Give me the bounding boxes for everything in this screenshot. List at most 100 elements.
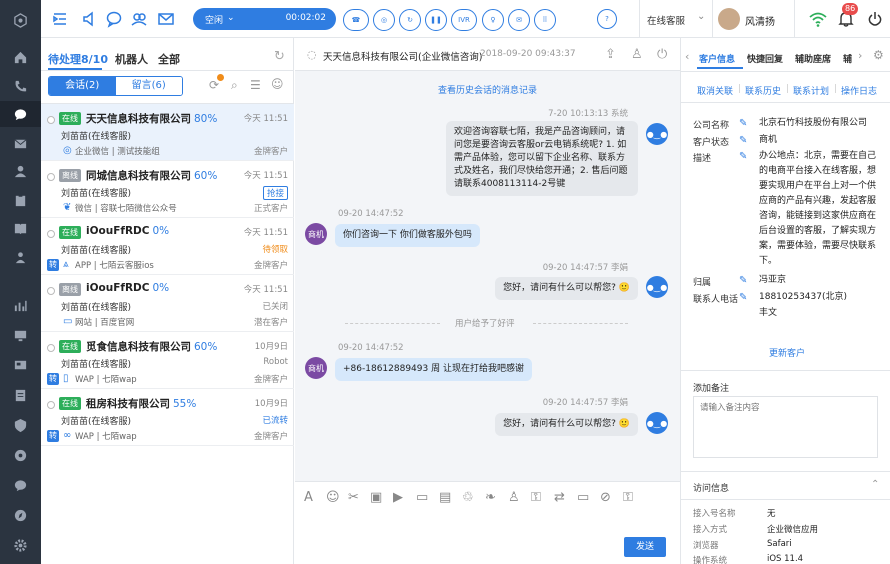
conversation-row[interactable]: 在线 租房科技有限公司 55% 10月9日 刘苗苗(在线客服) 已流转 转 ∞ W…	[41, 389, 294, 446]
monitor-icon[interactable]	[0, 322, 41, 348]
comment-icon[interactable]: ☺	[271, 77, 284, 91]
call-status[interactable]: 空闲	[205, 13, 223, 26]
screen-share-icon[interactable]: ▭	[577, 490, 591, 505]
contact-plan-link[interactable]: 联系计划	[793, 84, 829, 97]
transfer-agent-icon[interactable]: ⇄	[554, 490, 568, 505]
edit-pencil-icon[interactable]: ✎	[739, 292, 749, 303]
share-icon[interactable]: ⇪	[605, 47, 616, 62]
agent-status-chevron-icon[interactable]: ⌄	[697, 11, 705, 22]
row-select-radio[interactable]	[47, 287, 55, 295]
volume-icon[interactable]	[81, 10, 99, 28]
message-editor[interactable]: A ☺ ✂ ▣ ▶ ▭ ▤ ♲ ❧ ♙ ⚿ ⇄ ▭ ⊘ ⚿ 发送	[295, 481, 680, 564]
emoji-icon[interactable]: ☺	[326, 490, 340, 505]
conversation-row[interactable]: 在线 觅食信息科技有限公司 60% 10月9日 刘苗苗(在线客服) Robot 转…	[41, 332, 294, 389]
compass-icon[interactable]	[0, 502, 41, 528]
tab-sessions[interactable]: 会话(2)	[49, 77, 116, 95]
more-customer-link[interactable]: 更新客户	[769, 346, 805, 359]
lock-icon[interactable]: ⚿	[531, 490, 545, 505]
grab-button[interactable]: 抢接	[262, 186, 288, 200]
operation-log-link[interactable]: 操作日志	[841, 84, 877, 97]
envelope-icon[interactable]	[157, 10, 175, 28]
lock-close-icon[interactable]: ⚿	[623, 490, 637, 505]
tab-messages[interactable]: 留言(6)	[115, 77, 182, 95]
chat-bubble-icon[interactable]	[105, 10, 123, 28]
home-icon[interactable]	[0, 44, 41, 70]
message-bubble-icon[interactable]: ✉	[508, 9, 530, 31]
row-select-radio[interactable]	[47, 344, 55, 352]
chevron-left-icon[interactable]: ‹	[685, 50, 689, 63]
keypad-icon[interactable]: ⠿	[534, 9, 556, 31]
pause-icon[interactable]: ❚❚	[425, 9, 447, 31]
edit-pencil-icon[interactable]: ✎	[739, 118, 749, 129]
block-icon[interactable]: ⊘	[600, 490, 614, 505]
tab-customer-info[interactable]: 客户信息	[699, 52, 735, 65]
conversation-row[interactable]: 离线 iOouFfRDC 0% 今天 11:51 刘苗苗(在线客服) 已关闭 ▭ …	[41, 275, 294, 332]
settings-icon[interactable]	[0, 532, 41, 558]
user-icon[interactable]	[0, 158, 41, 184]
robot-icon[interactable]: ♲	[462, 490, 476, 505]
shield-icon[interactable]	[0, 412, 41, 438]
edit-pencil-icon[interactable]: ✎	[739, 275, 749, 286]
call-status-bar[interactable]: 空闲 ⌄ 00:02:02	[193, 8, 336, 30]
avatar[interactable]	[718, 8, 740, 30]
book-icon[interactable]	[0, 215, 41, 241]
history-link[interactable]: 查看历史会话的消息记录	[438, 83, 537, 96]
row-select-radio[interactable]	[47, 401, 55, 409]
tab-more[interactable]: 辅	[843, 52, 852, 65]
unlink-button[interactable]: 取消关联	[697, 84, 733, 97]
chat-icon[interactable]	[0, 101, 41, 127]
scissors-icon[interactable]: ✂	[348, 490, 362, 505]
refresh-icon[interactable]: ↻	[274, 49, 285, 64]
row-select-radio[interactable]	[47, 230, 55, 238]
leaf-icon[interactable]: ❧	[485, 490, 499, 505]
video-icon[interactable]: ▶	[393, 490, 407, 505]
tab-quick-reply[interactable]: 快捷回复	[747, 52, 783, 65]
row-select-radio[interactable]	[47, 116, 55, 124]
mail-icon[interactable]	[0, 130, 41, 156]
tab-robot[interactable]: 机器人	[115, 51, 148, 67]
phone-icon[interactable]	[0, 73, 41, 99]
folder-icon[interactable]: ▭	[416, 490, 430, 505]
document-icon[interactable]	[0, 382, 41, 408]
conversation-row[interactable]: 离线 同城信息科技有限公司 60% 今天 11:51 刘苗苗(在线客服) 抢接 ❦…	[41, 161, 294, 218]
report-icon[interactable]	[0, 292, 41, 318]
contacts-icon[interactable]	[130, 10, 148, 28]
edit-pencil-icon[interactable]: ✎	[739, 135, 749, 146]
help-icon[interactable]: ?	[597, 9, 617, 29]
chevron-up-icon[interactable]: ⌃	[871, 479, 879, 490]
font-icon[interactable]: A	[304, 490, 318, 505]
chevron-right-icon[interactable]: ›	[858, 49, 862, 62]
tab-pending[interactable]: 待处理8/10	[48, 51, 108, 67]
conversation-row[interactable]: 在线 天天信息科技有限公司 80% 今天 11:51 刘苗苗(在线客服) ◎ 企业…	[41, 104, 294, 161]
hold-icon[interactable]: ◎	[373, 9, 395, 31]
close-session-icon[interactable]: ⏻	[657, 47, 667, 62]
clipboard-icon[interactable]	[0, 187, 41, 213]
chevron-down-icon[interactable]: ⌄	[227, 13, 235, 23]
user-search-icon[interactable]: ♙	[508, 490, 522, 505]
add-user-icon[interactable]: ♙	[631, 47, 643, 62]
tab-assist-seat[interactable]: 辅助座席	[795, 52, 831, 65]
agent-status-select[interactable]: 在线客服	[647, 13, 685, 27]
ivr-button[interactable]: IVR	[451, 9, 477, 31]
gear-icon[interactable]: ⚙	[873, 48, 884, 62]
team-icon[interactable]	[0, 244, 41, 270]
power-icon[interactable]	[866, 10, 884, 28]
conversation-row[interactable]: 在线 iOouFfRDC 0% 今天 11:51 刘苗苗(在线客服) 待领取 转 …	[41, 218, 294, 275]
consult-icon[interactable]: ♀	[482, 9, 504, 31]
hangup-icon[interactable]: ☎	[343, 9, 369, 31]
row-select-radio[interactable]	[47, 173, 55, 181]
note-textarea[interactable]	[693, 396, 878, 458]
search-icon[interactable]: ⌕	[231, 78, 238, 93]
contact-history-link[interactable]: 联系历史	[745, 84, 781, 97]
user-name[interactable]: 风清扬	[745, 13, 775, 28]
plugin-icon[interactable]	[0, 442, 41, 468]
edit-pencil-icon[interactable]: ✎	[739, 151, 749, 162]
send-button[interactable]: 发送	[624, 537, 666, 557]
tab-all[interactable]: 全部	[158, 51, 180, 67]
transfer-icon[interactable]: ↻	[399, 9, 421, 31]
filter-icon[interactable]: ☰	[250, 78, 261, 92]
image-icon[interactable]: ▣	[370, 490, 384, 505]
doc-icon[interactable]: ▤	[439, 490, 453, 505]
screen-icon[interactable]	[0, 352, 41, 378]
message-icon[interactable]	[0, 472, 41, 498]
